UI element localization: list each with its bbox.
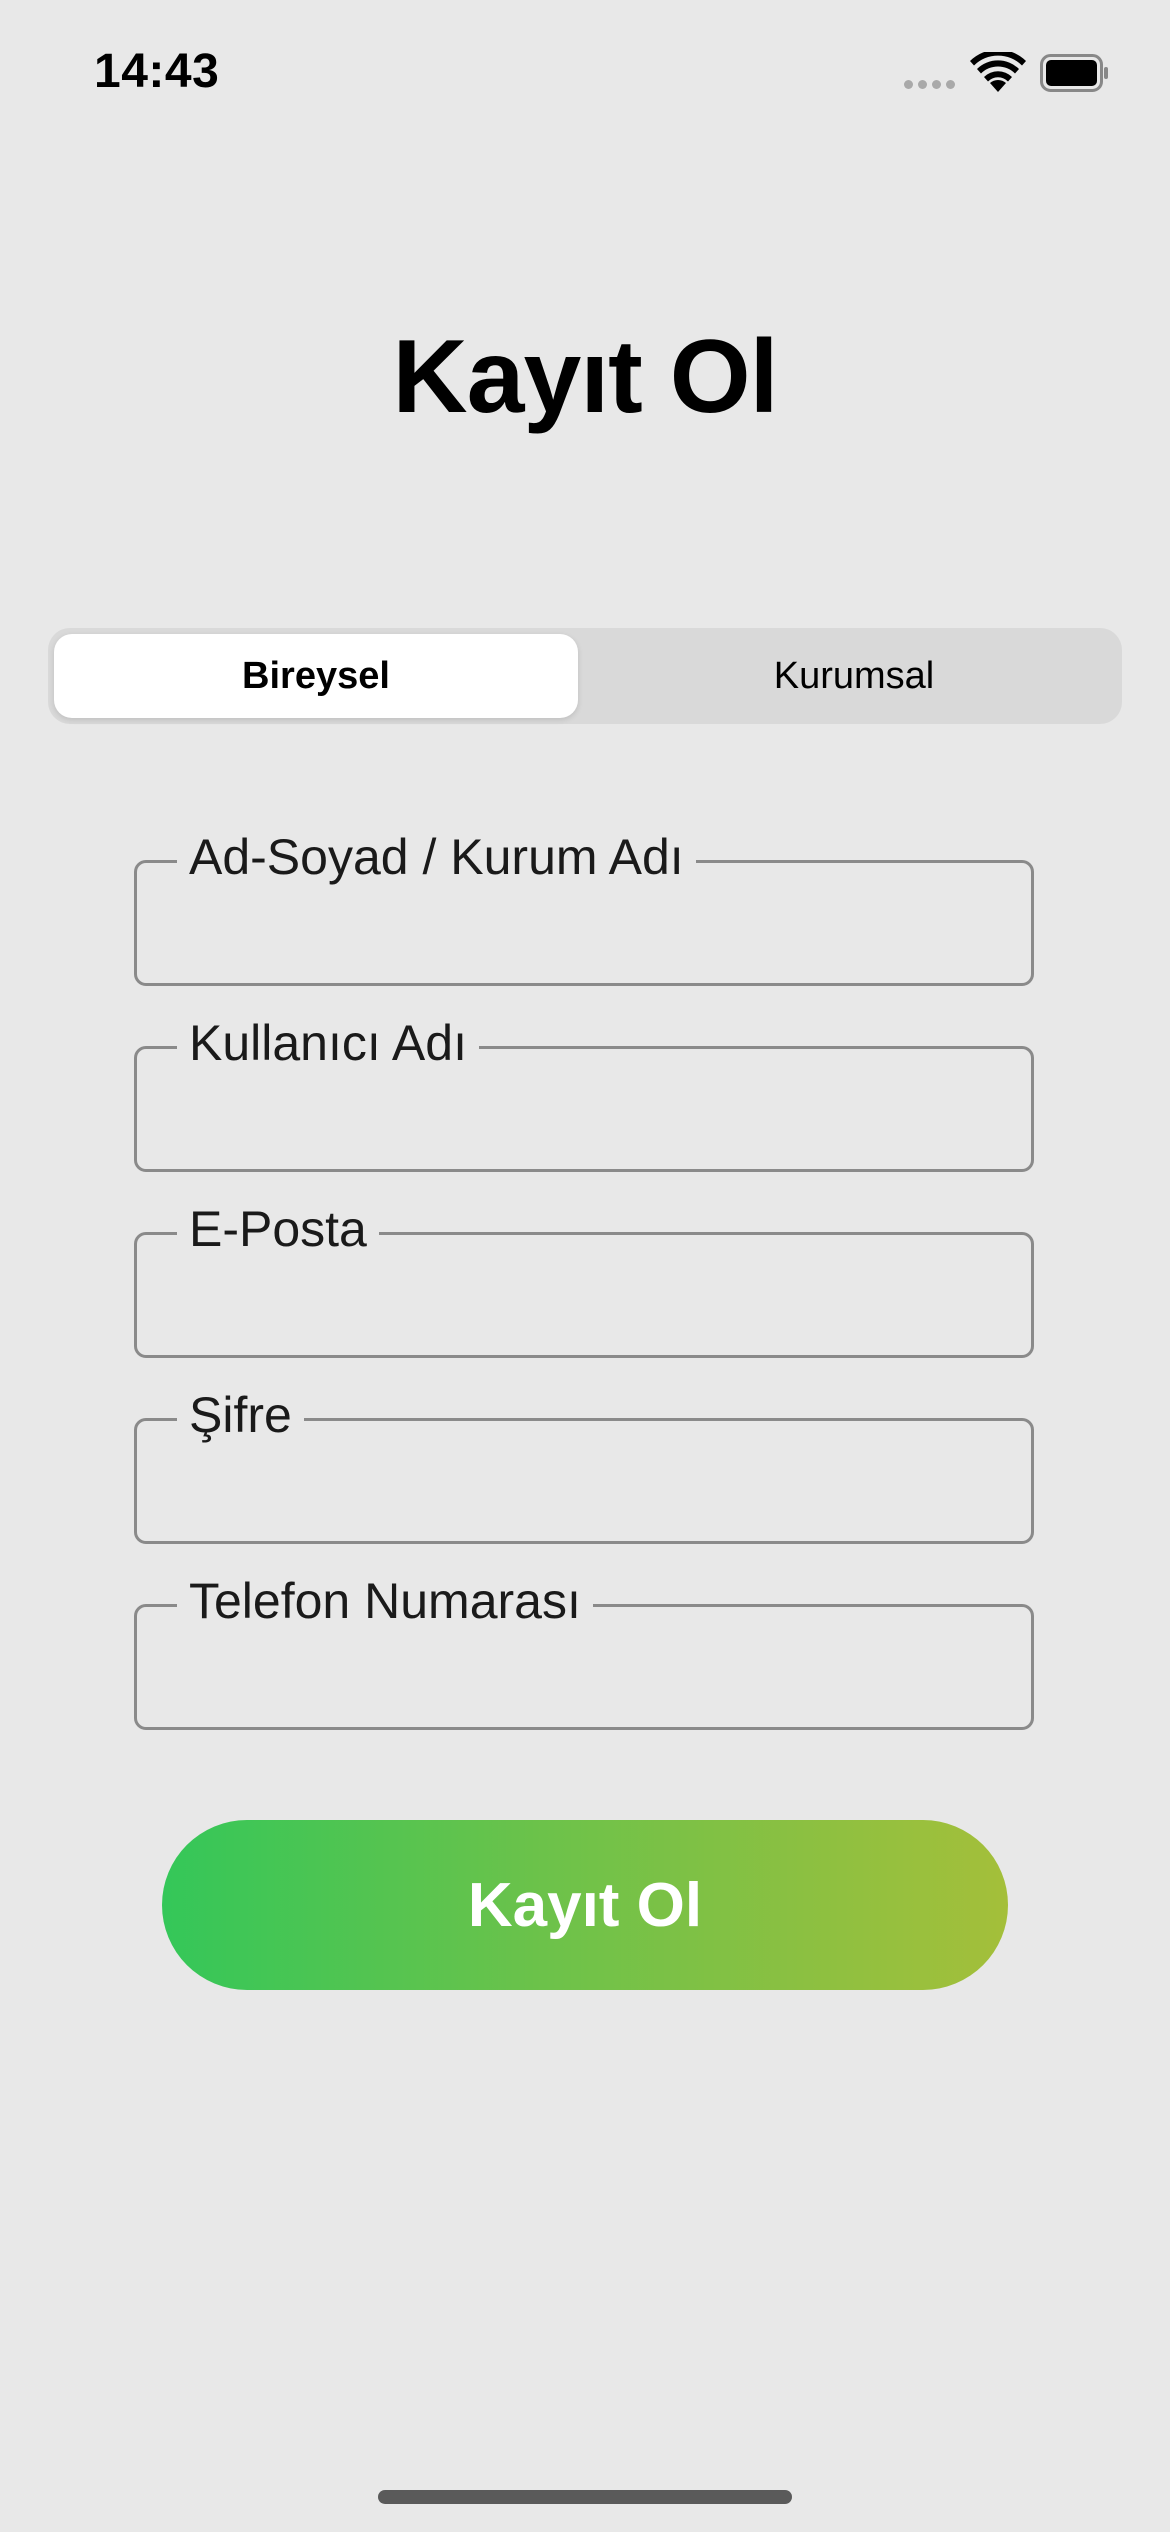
wifi-icon [970, 52, 1026, 92]
email-input[interactable] [189, 1275, 1001, 1337]
username-input[interactable] [189, 1089, 1001, 1151]
username-label: Kullanıcı Adı [177, 1013, 479, 1073]
phone-label: Telefon Numarası [177, 1571, 593, 1631]
cellular-signal-icon [904, 80, 956, 90]
segment-bireysel[interactable]: Bireysel [54, 634, 578, 718]
full-name-field[interactable]: Ad-Soyad / Kurum Adı [134, 827, 1034, 986]
home-indicator[interactable] [378, 2490, 792, 2504]
phone-input[interactable] [189, 1647, 1001, 1709]
register-button[interactable]: Kayıt Ol [162, 1820, 1008, 1990]
password-input[interactable] [189, 1461, 1001, 1523]
full-name-input[interactable] [189, 903, 1001, 965]
phone-field[interactable]: Telefon Numarası [134, 1571, 1034, 1730]
segment-kurumsal[interactable]: Kurumsal [592, 634, 1116, 718]
email-label: E-Posta [177, 1199, 379, 1259]
account-type-segmented-control: Bireysel Kurumsal [48, 628, 1122, 724]
page-title: Kayıt Ol [392, 319, 779, 435]
password-label: Şifre [177, 1385, 304, 1445]
full-name-label: Ad-Soyad / Kurum Adı [177, 827, 696, 887]
password-field[interactable]: Şifre [134, 1385, 1034, 1544]
email-field[interactable]: E-Posta [134, 1199, 1034, 1358]
battery-icon [1040, 54, 1108, 92]
username-field[interactable]: Kullanıcı Adı [134, 1013, 1034, 1172]
status-icons [900, 50, 1120, 98]
status-time: 14:43 [94, 45, 220, 98]
